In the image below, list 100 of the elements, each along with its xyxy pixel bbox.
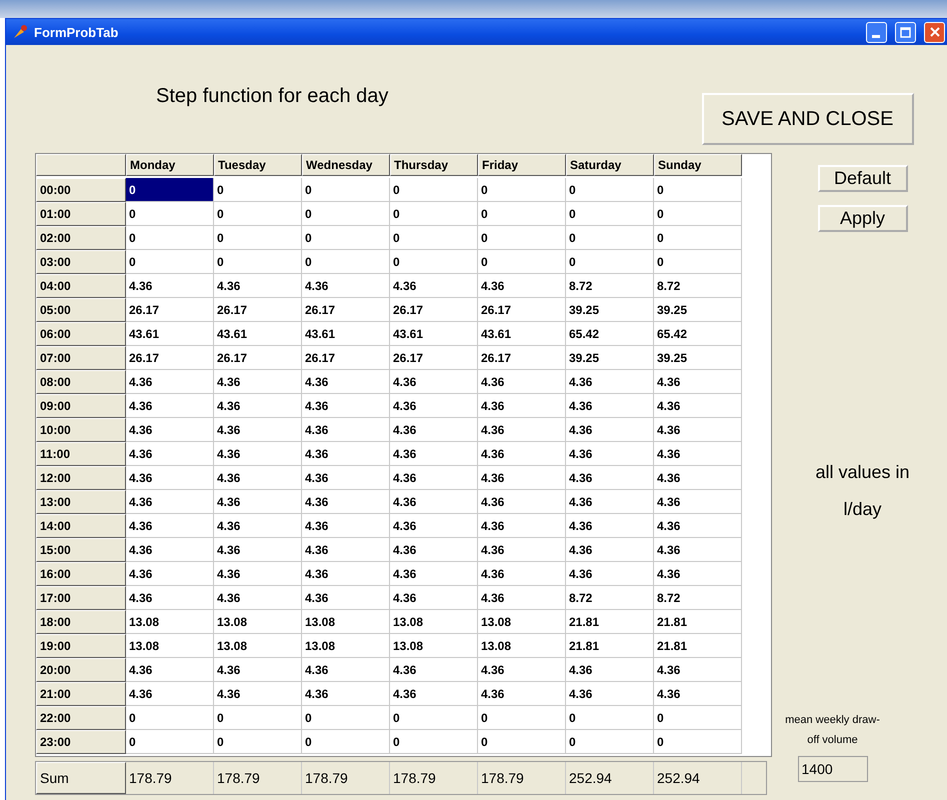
- table-cell[interactable]: 4.36: [654, 466, 742, 490]
- table-cell[interactable]: 0: [126, 706, 214, 730]
- table-cell[interactable]: 0: [302, 202, 390, 226]
- table-cell[interactable]: 4.36: [390, 682, 478, 706]
- table-cell[interactable]: 4.36: [214, 658, 302, 682]
- table-cell[interactable]: 0: [214, 178, 302, 202]
- table-cell[interactable]: 4.36: [566, 466, 654, 490]
- table-cell[interactable]: 4.36: [478, 562, 566, 586]
- table-cell[interactable]: 21.81: [566, 634, 654, 658]
- table-cell[interactable]: 0: [302, 730, 390, 754]
- table-cell[interactable]: 4.36: [390, 394, 478, 418]
- table-cell[interactable]: 4.36: [214, 394, 302, 418]
- table-cell[interactable]: 0: [654, 730, 742, 754]
- table-cell[interactable]: 0: [566, 250, 654, 274]
- table-cell[interactable]: 4.36: [566, 682, 654, 706]
- table-cell[interactable]: 4.36: [214, 370, 302, 394]
- table-cell[interactable]: 65.42: [654, 322, 742, 346]
- table-cell[interactable]: 26.17: [214, 346, 302, 370]
- table-cell[interactable]: 8.72: [566, 274, 654, 298]
- table-cell[interactable]: 4.36: [654, 442, 742, 466]
- table-cell[interactable]: 4.36: [126, 442, 214, 466]
- default-button[interactable]: Default: [818, 165, 908, 192]
- table-cell[interactable]: 4.36: [566, 442, 654, 466]
- table-cell[interactable]: 4.36: [478, 586, 566, 610]
- table-cell[interactable]: 4.36: [478, 538, 566, 562]
- table-cell[interactable]: 4.36: [302, 418, 390, 442]
- table-cell[interactable]: 4.36: [126, 370, 214, 394]
- table-cell[interactable]: 4.36: [126, 418, 214, 442]
- table-cell[interactable]: 4.36: [478, 658, 566, 682]
- table-cell[interactable]: 4.36: [654, 370, 742, 394]
- table-cell[interactable]: 0: [654, 178, 742, 202]
- table-cell[interactable]: 43.61: [478, 322, 566, 346]
- table-cell[interactable]: 0: [654, 250, 742, 274]
- table-cell[interactable]: 13.08: [390, 634, 478, 658]
- table-cell[interactable]: 0: [302, 178, 390, 202]
- table-cell[interactable]: 0: [390, 706, 478, 730]
- table-cell[interactable]: 4.36: [302, 682, 390, 706]
- table-cell[interactable]: 26.17: [126, 346, 214, 370]
- table-cell[interactable]: 4.36: [566, 394, 654, 418]
- table-cell[interactable]: 21.81: [654, 610, 742, 634]
- table-cell[interactable]: 4.36: [654, 394, 742, 418]
- table-cell[interactable]: 4.36: [126, 586, 214, 610]
- table-cell[interactable]: 65.42: [566, 322, 654, 346]
- table-cell[interactable]: 43.61: [390, 322, 478, 346]
- table-cell[interactable]: 4.36: [214, 682, 302, 706]
- table-cell[interactable]: 4.36: [302, 394, 390, 418]
- table-cell[interactable]: 4.36: [214, 538, 302, 562]
- table-cell[interactable]: 4.36: [390, 514, 478, 538]
- table-cell[interactable]: 4.36: [214, 514, 302, 538]
- table-cell[interactable]: 43.61: [214, 322, 302, 346]
- table-cell[interactable]: 26.17: [302, 298, 390, 322]
- table-cell[interactable]: 26.17: [390, 298, 478, 322]
- table-cell[interactable]: 0: [214, 706, 302, 730]
- table-cell[interactable]: 0: [654, 202, 742, 226]
- table-cell[interactable]: 43.61: [302, 322, 390, 346]
- table-cell[interactable]: 4.36: [126, 562, 214, 586]
- table-cell[interactable]: 4.36: [390, 538, 478, 562]
- table-cell[interactable]: 4.36: [126, 658, 214, 682]
- table-cell[interactable]: 0: [478, 226, 566, 250]
- table-cell[interactable]: 4.36: [126, 682, 214, 706]
- table-cell[interactable]: 13.08: [478, 610, 566, 634]
- table-cell[interactable]: 4.36: [126, 514, 214, 538]
- table-cell[interactable]: 4.36: [654, 538, 742, 562]
- table-cell[interactable]: 0: [126, 178, 214, 202]
- table-cell[interactable]: 39.25: [654, 346, 742, 370]
- table-cell[interactable]: 4.36: [390, 274, 478, 298]
- table-cell[interactable]: 0: [478, 730, 566, 754]
- table-cell[interactable]: 13.08: [390, 610, 478, 634]
- table-cell[interactable]: 4.36: [654, 562, 742, 586]
- table-cell[interactable]: 8.72: [566, 586, 654, 610]
- table-cell[interactable]: 4.36: [390, 490, 478, 514]
- table-cell[interactable]: 0: [566, 178, 654, 202]
- table-cell[interactable]: 4.36: [566, 658, 654, 682]
- close-button[interactable]: [924, 22, 945, 42]
- apply-button[interactable]: Apply: [818, 205, 908, 232]
- table-cell[interactable]: 4.36: [654, 418, 742, 442]
- table-cell[interactable]: 4.36: [390, 658, 478, 682]
- table-cell[interactable]: 43.61: [126, 322, 214, 346]
- table-cell[interactable]: 0: [390, 202, 478, 226]
- table-cell[interactable]: 4.36: [302, 586, 390, 610]
- table-cell[interactable]: 0: [390, 730, 478, 754]
- table-cell[interactable]: 4.36: [126, 274, 214, 298]
- table-cell[interactable]: 4.36: [302, 490, 390, 514]
- table-cell[interactable]: 0: [390, 250, 478, 274]
- table-cell[interactable]: 0: [214, 202, 302, 226]
- table-cell[interactable]: 0: [566, 706, 654, 730]
- table-cell[interactable]: 4.36: [214, 442, 302, 466]
- table-cell[interactable]: 4.36: [566, 562, 654, 586]
- table-cell[interactable]: 39.25: [654, 298, 742, 322]
- table-cell[interactable]: 0: [566, 202, 654, 226]
- table-cell[interactable]: 26.17: [478, 346, 566, 370]
- table-cell[interactable]: 26.17: [302, 346, 390, 370]
- table-cell[interactable]: 0: [566, 730, 654, 754]
- table-cell[interactable]: 39.25: [566, 298, 654, 322]
- table-cell[interactable]: 13.08: [214, 610, 302, 634]
- maximize-button[interactable]: [895, 22, 916, 42]
- table-cell[interactable]: 4.36: [302, 466, 390, 490]
- table-cell[interactable]: 0: [654, 226, 742, 250]
- table-cell[interactable]: 13.08: [478, 634, 566, 658]
- table-cell[interactable]: 0: [214, 730, 302, 754]
